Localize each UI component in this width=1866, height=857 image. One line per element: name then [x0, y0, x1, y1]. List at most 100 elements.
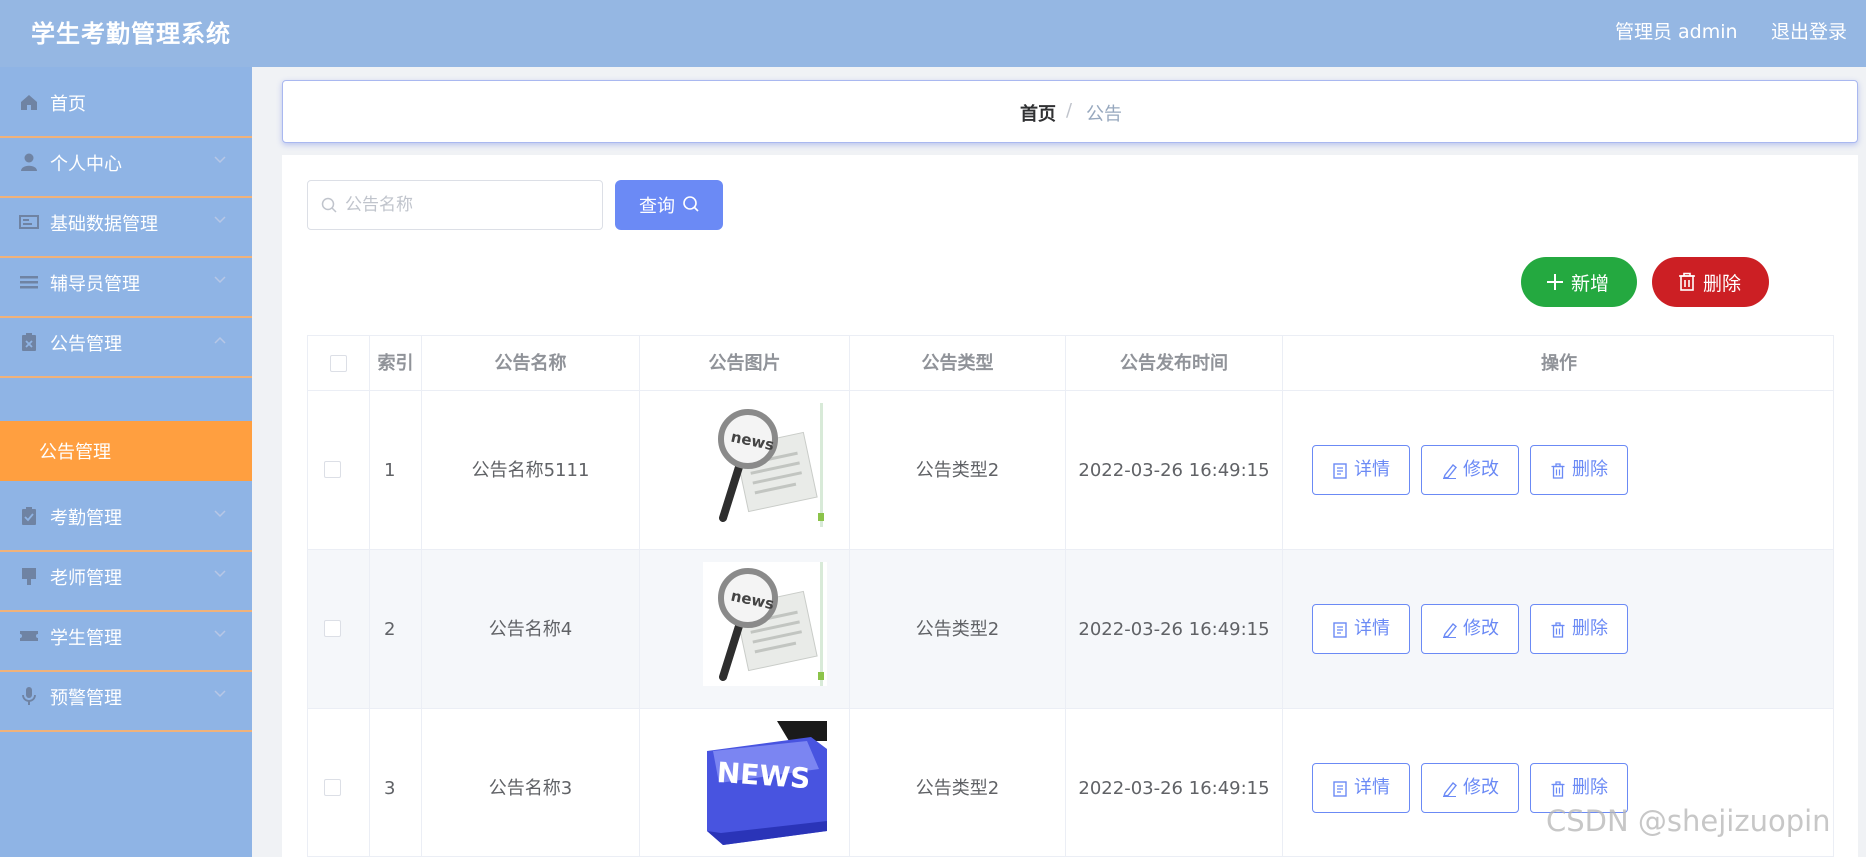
name-cell: 公告名称3	[422, 709, 640, 856]
news-key-image: NEWS	[703, 721, 827, 845]
search-input[interactable]	[345, 191, 585, 219]
image-cell: NEWS	[640, 709, 850, 856]
breadcrumb-home[interactable]: 首页	[1020, 100, 1056, 126]
edit-button-label: 修改	[1463, 618, 1499, 639]
chevron-down-icon	[214, 510, 226, 518]
row-select-cell	[308, 391, 370, 550]
name-cell: 公告名称5111	[422, 391, 640, 550]
breadcrumb-current: 公告	[1086, 104, 1122, 125]
top-header: 学生考勤管理系统 管理员 admin 退出登录	[0, 0, 1866, 67]
delete-button[interactable]: 删除	[1530, 604, 1628, 654]
logout-link[interactable]: 退出登录	[1771, 17, 1847, 44]
detail-button[interactable]: 详情	[1312, 604, 1410, 654]
sidebar-item-label: 基础数据管理	[50, 214, 158, 235]
time-cell: 2022-03-26 16:49:15	[1066, 709, 1283, 856]
add-button-label: 新增	[1571, 273, 1610, 295]
chevron-down-icon	[214, 276, 226, 284]
watermark: CSDN @shejizuopin	[1546, 804, 1831, 838]
table-row: 2 公告名称4 news 公告类型2 2022-03-26 16:49:15 详…	[308, 550, 1833, 709]
sidebar-item-label: 预警管理	[50, 688, 122, 709]
delete-button[interactable]: 删除	[1530, 445, 1628, 495]
index-cell: 2	[370, 550, 422, 709]
sidebar-item-label: 公告管理	[50, 334, 122, 355]
chevron-down-icon	[214, 156, 226, 164]
select-all-header	[308, 336, 370, 391]
type-cell: 公告类型2	[850, 550, 1066, 709]
select-all-checkbox[interactable]	[330, 355, 347, 372]
row-checkbox[interactable]	[324, 779, 341, 796]
column-header: 公告名称	[422, 336, 640, 391]
microphone-icon	[22, 687, 36, 705]
sidebar-subitem-label: 公告管理	[39, 442, 111, 463]
search-button-label: 查询	[639, 196, 675, 217]
trash-icon	[1679, 272, 1695, 291]
edit-button[interactable]: 修改	[1421, 604, 1519, 654]
column-header: 索引	[370, 336, 422, 391]
delete-button-label: 删除	[1572, 459, 1608, 480]
trash-icon	[1551, 463, 1565, 479]
actions-cell: 详情 修改 删除	[1283, 391, 1833, 550]
row-checkbox[interactable]	[324, 620, 341, 637]
chevron-down-icon	[214, 570, 226, 578]
search-icon	[683, 196, 699, 212]
trash-icon	[1551, 622, 1565, 638]
sidebar-item-label: 学生管理	[50, 628, 122, 649]
time-cell: 2022-03-26 16:49:15	[1066, 550, 1283, 709]
edit-button-label: 修改	[1463, 777, 1499, 798]
detail-button-label: 详情	[1354, 618, 1390, 639]
row-select-cell	[308, 550, 370, 709]
search-field[interactable]	[307, 180, 603, 230]
detail-button[interactable]: 详情	[1312, 763, 1410, 813]
news-magnifier-image: news	[703, 562, 827, 686]
current-user-label: 管理员 admin	[1615, 21, 1738, 43]
type-cell: 公告类型2	[850, 709, 1066, 856]
ticket-icon	[20, 631, 38, 641]
time-cell: 2022-03-26 16:49:15	[1066, 391, 1283, 550]
edit-button[interactable]: 修改	[1421, 445, 1519, 495]
breadcrumb-separator: /	[1066, 100, 1073, 121]
home-icon	[21, 95, 37, 110]
chevron-down-icon	[214, 216, 226, 224]
sidebar-item-label: 个人中心	[50, 154, 122, 175]
column-header: 公告图片	[640, 336, 850, 391]
document-icon	[1333, 781, 1347, 797]
index-cell: 1	[370, 391, 422, 550]
search-icon	[321, 197, 337, 213]
document-icon	[1333, 622, 1347, 638]
sidebar-subitem-notice-management[interactable]: 公告管理	[0, 421, 252, 481]
index-cell: 3	[370, 709, 422, 856]
sidebar: 首页 个人中心 基础数据管理 辅导员管理 公告管理 公告管理 考勤管理 老师管理…	[0, 67, 252, 857]
sidebar-item-label: 考勤管理	[50, 508, 122, 529]
column-header: 公告类型	[850, 336, 1066, 391]
batch-delete-button[interactable]: 删除	[1652, 257, 1769, 307]
column-header: 操作	[1283, 336, 1833, 391]
add-button[interactable]: 新增	[1521, 257, 1637, 307]
detail-button-label: 详情	[1354, 777, 1390, 798]
chevron-up-icon	[214, 336, 226, 344]
chevron-down-icon	[214, 690, 226, 698]
chevron-down-icon	[214, 630, 226, 638]
edit-button[interactable]: 修改	[1421, 763, 1519, 813]
clipboard-check-icon	[22, 507, 36, 525]
image-cell: news	[640, 550, 850, 709]
delete-button-label: 删除	[1572, 618, 1608, 639]
type-cell: 公告类型2	[850, 391, 1066, 550]
row-checkbox[interactable]	[324, 461, 341, 478]
svg-text:NEWS: NEWS	[716, 756, 812, 795]
edit-icon	[1442, 464, 1457, 479]
notice-table: 索引 公告名称 公告图片 公告类型 公告发布时间 操作 1 公告名称5111 n…	[307, 335, 1834, 857]
search-button[interactable]: 查询	[615, 180, 723, 230]
brush-icon	[22, 568, 36, 585]
edit-button-label: 修改	[1463, 459, 1499, 480]
image-cell: news	[640, 391, 850, 550]
menu-icon	[20, 276, 38, 289]
edit-icon	[1442, 782, 1457, 797]
sidebar-item-notice[interactable]: 公告管理	[0, 307, 252, 378]
clipboard-x-icon	[22, 333, 36, 351]
sidebar-item-label: 首页	[50, 94, 86, 115]
actions-cell: 详情 修改 删除	[1283, 550, 1833, 709]
sidebar-item-warning[interactable]: 预警管理	[0, 661, 252, 732]
row-select-cell	[308, 709, 370, 856]
id-card-icon	[19, 215, 39, 229]
detail-button[interactable]: 详情	[1312, 445, 1410, 495]
